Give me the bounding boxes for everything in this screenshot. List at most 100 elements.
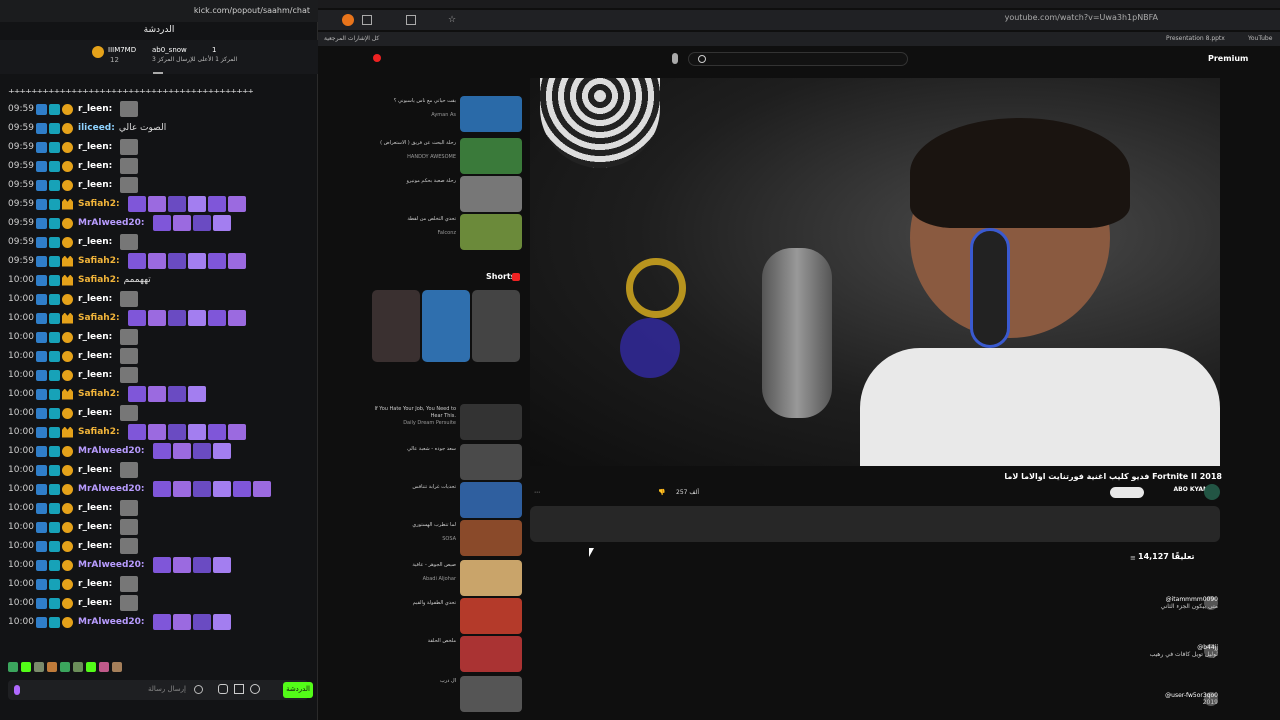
brave-icon[interactable]: [342, 14, 354, 26]
subscribe-button[interactable]: [1110, 487, 1144, 498]
video-title[interactable]: صيص الجوهر - عافية: [370, 562, 456, 569]
video-thumbnail[interactable]: [460, 520, 522, 556]
emote-icon[interactable]: [60, 662, 70, 672]
video-thumbnail[interactable]: [460, 560, 522, 596]
recommended-video[interactable]: رحلة صعبة بحكم مونيرو: [370, 176, 522, 216]
message-username[interactable]: MrAlweed20:: [78, 560, 145, 570]
message-username[interactable]: r_leen:: [78, 503, 112, 513]
voice-search-icon[interactable]: [672, 53, 678, 64]
recommended-video[interactable]: If You Hate Your Job, You Need to Hear T…: [370, 404, 522, 444]
message-username[interactable]: r_leen:: [78, 579, 112, 589]
channel-name[interactable]: ABO KYAN: [1148, 486, 1209, 493]
message-username[interactable]: r_leen:: [78, 465, 112, 475]
message-username[interactable]: r_leen:: [78, 598, 112, 608]
message-username[interactable]: r_leen:: [78, 142, 112, 152]
recommended-video[interactable]: صيص الجوهر - عافية Abadi Aljohar: [370, 560, 522, 600]
recommended-video[interactable]: ملخص الحلقة: [370, 636, 522, 676]
short-item[interactable]: [472, 290, 520, 362]
description-box[interactable]: [530, 506, 1220, 542]
message-username[interactable]: r_leen:: [78, 408, 112, 418]
like-button[interactable]: 257 ألف: [676, 489, 716, 496]
video-title[interactable]: رحلة صعبة بحكم مونيرو: [370, 178, 457, 185]
dislike-icon[interactable]: 👎: [658, 489, 665, 496]
message-username[interactable]: r_leen:: [78, 370, 112, 380]
comment-author[interactable]: @user-fw5or3qo0: [1078, 692, 1218, 699]
bookmark-presentation[interactable]: Presentation 8.pptx: [1166, 35, 1225, 42]
recommended-video[interactable]: رحلة البحث عن فريق ( الاستعراض ) HANDDY A…: [370, 138, 522, 178]
message-username[interactable]: r_leen:: [78, 161, 112, 171]
calendar-icon[interactable]: [234, 684, 244, 694]
sort-icon[interactable]: ≡: [1130, 554, 1136, 562]
video-title[interactable]: تحديات غرابة تتنافس: [370, 484, 456, 491]
emote-icon[interactable]: [99, 662, 109, 672]
recommended-video[interactable]: سعد جوده - شعبة عالي: [370, 444, 522, 484]
recommended-video[interactable]: ال درب: [370, 676, 522, 716]
message-username[interactable]: Safiah2:: [78, 199, 120, 209]
recommended-video[interactable]: تحدي الطفولة والقيم: [370, 598, 522, 638]
bookmark-all[interactable]: كل الإشارات المرجعية: [324, 35, 379, 42]
search-input[interactable]: [688, 52, 908, 66]
recommended-video[interactable]: لما تتطرب الهستوري SOSA: [370, 520, 522, 560]
recommended-video[interactable]: تحدي التخلص من لقطة Falconz: [370, 214, 522, 254]
message-username[interactable]: Safiah2:: [78, 256, 120, 266]
gear-icon[interactable]: [250, 684, 260, 694]
emote-icon[interactable]: [112, 662, 122, 672]
short-item[interactable]: [422, 290, 470, 362]
message-username[interactable]: MrAlweed20:: [78, 218, 145, 228]
video-title[interactable]: ملخص الحلقة: [370, 638, 456, 645]
message-username[interactable]: r_leen:: [78, 237, 112, 247]
comment-author[interactable]: @itammmm0090: [1078, 596, 1218, 603]
youtube-premium-logo[interactable]: Premium: [1208, 54, 1248, 63]
message-username[interactable]: Safiah2:: [78, 275, 120, 285]
video-title[interactable]: تحدي الطفولة والقيم: [370, 600, 456, 607]
video-thumbnail[interactable]: [460, 598, 522, 634]
emote-icon[interactable]: [8, 662, 18, 672]
more-icon[interactable]: ⋯: [534, 489, 540, 496]
video-title[interactable]: تحدي التخلص من لقطة: [370, 216, 456, 223]
message-username[interactable]: r_leen:: [78, 541, 112, 551]
video-title[interactable]: ال درب: [370, 678, 456, 685]
message-username[interactable]: MrAlweed20:: [78, 617, 145, 627]
message-username[interactable]: r_leen:: [78, 332, 112, 342]
video-thumbnail[interactable]: [460, 444, 522, 480]
message-username[interactable]: MrAlweed20:: [78, 484, 145, 494]
video-thumbnail[interactable]: [460, 176, 522, 212]
mic-icon[interactable]: [14, 685, 20, 695]
video-thumbnail[interactable]: [460, 404, 522, 440]
message-username[interactable]: r_leen:: [78, 104, 112, 114]
emote-icon[interactable]: [73, 662, 83, 672]
address-bar[interactable]: youtube.com/watch?v=Uwa3h1pNBFA: [958, 13, 1158, 27]
message-username[interactable]: iliceed:: [78, 123, 115, 133]
search-icon[interactable]: [698, 55, 706, 63]
video-thumbnail[interactable]: [460, 482, 522, 518]
message-username[interactable]: r_leen:: [78, 294, 112, 304]
notification-icon[interactable]: [373, 54, 381, 62]
users-icon[interactable]: [218, 684, 228, 694]
comment-author[interactable]: @b44jj: [1078, 644, 1218, 651]
screenshot-icon[interactable]: [406, 15, 416, 25]
video-title[interactable]: سعد جوده - شعبة عالي: [370, 446, 456, 453]
video-thumbnail[interactable]: [460, 96, 522, 132]
video-thumbnail[interactable]: [460, 676, 522, 712]
sidebar-icon[interactable]: [362, 15, 372, 25]
message-username[interactable]: MrAlweed20:: [78, 446, 145, 456]
short-item[interactable]: [372, 290, 420, 362]
video-title[interactable]: بقت حياتي مع ناس ياسبوني ؟: [370, 98, 456, 105]
send-button[interactable]: الدردشة: [283, 682, 313, 698]
star-icon[interactable]: ☆: [448, 15, 458, 25]
emote-bar[interactable]: [8, 662, 148, 674]
video-title[interactable]: If You Hate Your Job, You Need to Hear T…: [370, 406, 456, 420]
video-title[interactable]: لما تتطرب الهستوري: [370, 522, 456, 529]
message-username[interactable]: r_leen:: [78, 180, 112, 190]
video-thumbnail[interactable]: [460, 138, 522, 174]
chevron-down-icon[interactable]: [153, 68, 163, 74]
message-username[interactable]: r_leen:: [78, 522, 112, 532]
message-username[interactable]: Safiah2:: [78, 313, 120, 323]
filter-chips[interactable]: [370, 82, 524, 94]
emote-icon[interactable]: [21, 662, 31, 672]
channel-avatar[interactable]: [1204, 484, 1220, 500]
video-title[interactable]: رحلة البحث عن فريق ( الاستعراض ): [370, 140, 456, 147]
video-thumbnail[interactable]: [460, 214, 522, 250]
message-username[interactable]: Safiah2:: [78, 389, 120, 399]
emote-icon[interactable]: [86, 662, 96, 672]
